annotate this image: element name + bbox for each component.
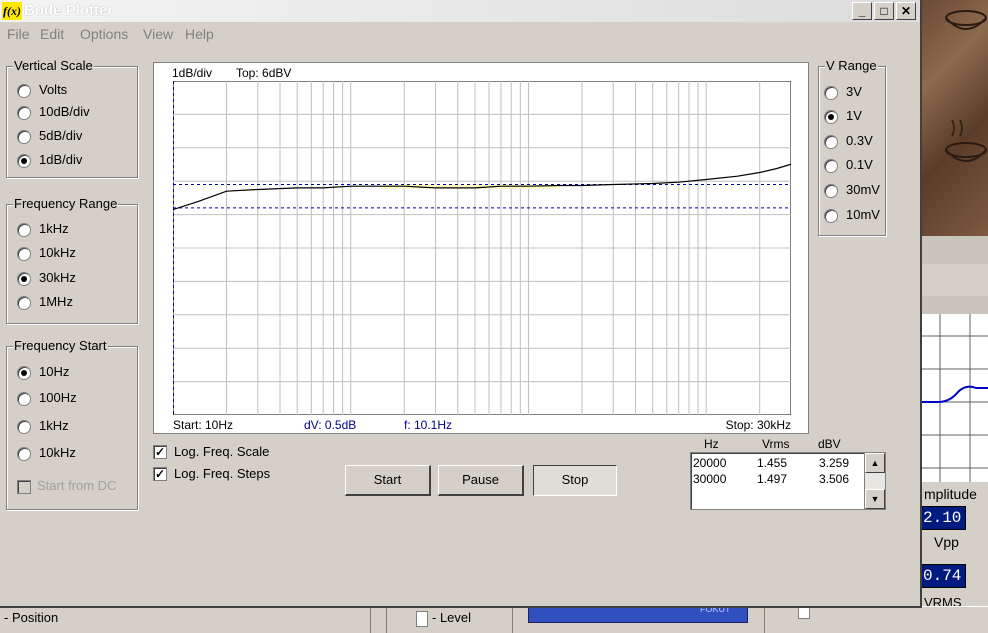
menu-view[interactable]: View <box>143 26 173 42</box>
start-from-dc-label: Start from DC <box>37 478 117 493</box>
plot-scale-label: 1dB/div <box>172 66 213 80</box>
divider <box>386 607 387 633</box>
maximize-button[interactable]: □ <box>874 2 894 20</box>
radio-button[interactable] <box>17 247 31 261</box>
v-range-group: V Range 3V 1V 0.3V 0.1V 30mV 10mV <box>818 58 886 236</box>
close-button[interactable]: ✕ <box>896 2 916 20</box>
table-cell: 30000 <box>693 472 727 486</box>
plot-stop-label: Stop: 30kHz <box>725 418 791 432</box>
bode-plotter-window: f(x) Bode Plotter _ □ ✕ File Edit Option… <box>0 0 922 608</box>
vertical-scale-group: Vertical Scale Volts 10dB/div 5dB/div 1d… <box>6 58 138 178</box>
radio-button[interactable] <box>17 130 31 144</box>
divider <box>512 607 513 633</box>
frequency-start-title: Frequency Start <box>13 338 108 353</box>
frequency-range-title: Frequency Range <box>13 196 119 211</box>
radio-button-selected[interactable] <box>17 366 31 380</box>
plot-top-label: Top: 6dBV <box>236 66 292 80</box>
oscilloscope-display <box>920 314 988 482</box>
log-freq-scale-label: Log. Freq. Scale <box>174 444 270 459</box>
table-header-dbv: dBV <box>818 437 841 451</box>
vrms-display: 0.74 <box>918 564 967 588</box>
table-cell: 3.506 <box>819 472 850 486</box>
log-freq-steps-checkbox[interactable]: ✓ <box>153 467 167 481</box>
scroll-down-arrow-icon[interactable]: ▼ <box>865 489 885 509</box>
radio-button-selected[interactable] <box>824 110 838 124</box>
plot-dv-label: dV: 0.5dB <box>304 418 357 432</box>
coffee-cup-graphic <box>945 10 987 162</box>
radio-button[interactable] <box>17 223 31 237</box>
radio-button[interactable] <box>824 86 838 100</box>
radio-button[interactable] <box>17 392 31 406</box>
vertical-scale-title: Vertical Scale <box>13 58 94 73</box>
frequency-start-group: Frequency Start 10Hz 100Hz 1kHz 10kHz St… <box>6 338 138 510</box>
level-checkbox[interactable] <box>416 611 428 627</box>
background-checkbox[interactable] <box>798 607 810 619</box>
divider <box>764 607 765 633</box>
table-scrollbar[interactable]: ▲ ▼ <box>864 452 886 510</box>
divider <box>370 607 371 633</box>
pause-button[interactable]: Pause <box>438 465 524 496</box>
menu-bar: File Edit Options View Help <box>0 24 920 44</box>
amplitude-label: mplitude <box>924 486 977 502</box>
start-button[interactable]: Start <box>345 465 431 496</box>
table-cell: 20000 <box>693 456 727 470</box>
plot-frequency-label: f: 10.1Hz <box>404 418 453 432</box>
vpp-label: Vpp <box>934 534 959 550</box>
frequency-range-group: Frequency Range 1kHz 10kHz 30kHz 1MHz <box>6 196 138 324</box>
window-title: Bode Plotter <box>24 2 114 19</box>
radio-button[interactable] <box>17 84 31 98</box>
title-bar[interactable]: f(x) Bode Plotter _ □ ✕ <box>0 0 920 22</box>
start-from-dc-checkbox[interactable] <box>17 480 31 494</box>
menu-edit[interactable]: Edit <box>40 26 64 42</box>
background-photo <box>922 0 988 236</box>
radio-button[interactable] <box>824 184 838 198</box>
table-header-vrms: Vrms <box>762 437 790 451</box>
log-freq-steps-label: Log. Freq. Steps <box>174 466 271 481</box>
oscilloscope-trace <box>920 314 988 482</box>
amplitude-display: 2.10 <box>918 506 967 530</box>
menu-options[interactable]: Options <box>80 26 128 42</box>
position-label: - Position <box>4 610 59 625</box>
background-window-strip <box>922 296 988 314</box>
minimize-button[interactable]: _ <box>852 2 872 20</box>
scroll-up-arrow-icon[interactable]: ▲ <box>865 453 885 473</box>
measurement-table[interactable]: 20000 1.455 3.259 30000 1.497 3.506 <box>690 452 868 510</box>
radio-button-selected[interactable] <box>17 154 31 168</box>
radio-button[interactable] <box>17 420 31 434</box>
bode-plot-chart[interactable] <box>173 81 791 415</box>
log-freq-scale-checkbox[interactable]: ✓ <box>153 445 167 459</box>
app-icon: f(x) <box>2 2 22 20</box>
radio-button[interactable] <box>824 159 838 173</box>
level-label: - Level <box>432 610 472 625</box>
menu-help[interactable]: Help <box>185 26 214 42</box>
radio-button[interactable] <box>17 447 31 461</box>
bode-plot-panel[interactable]: 1dB/div Top: 6dBV Start: 10Hz dV: 0.5dB … <box>153 62 809 434</box>
stop-button[interactable]: Stop <box>533 465 617 496</box>
v-range-title: V Range <box>825 58 878 73</box>
table-cell: 1.455 <box>757 456 788 470</box>
radio-button[interactable] <box>824 135 838 149</box>
background-window-strip <box>922 236 988 264</box>
plot-start-label: Start: 10Hz <box>173 418 234 432</box>
radio-button[interactable] <box>17 296 31 310</box>
radio-button[interactable] <box>824 209 838 223</box>
radio-button[interactable] <box>17 106 31 120</box>
table-header-hz: Hz <box>704 437 719 451</box>
menu-file[interactable]: File <box>7 26 30 42</box>
table-cell: 1.497 <box>757 472 788 486</box>
background-status-bar: - Position - Level FOKUT <box>0 604 988 633</box>
table-cell: 3.259 <box>819 456 850 470</box>
radio-button-selected[interactable] <box>17 272 31 286</box>
